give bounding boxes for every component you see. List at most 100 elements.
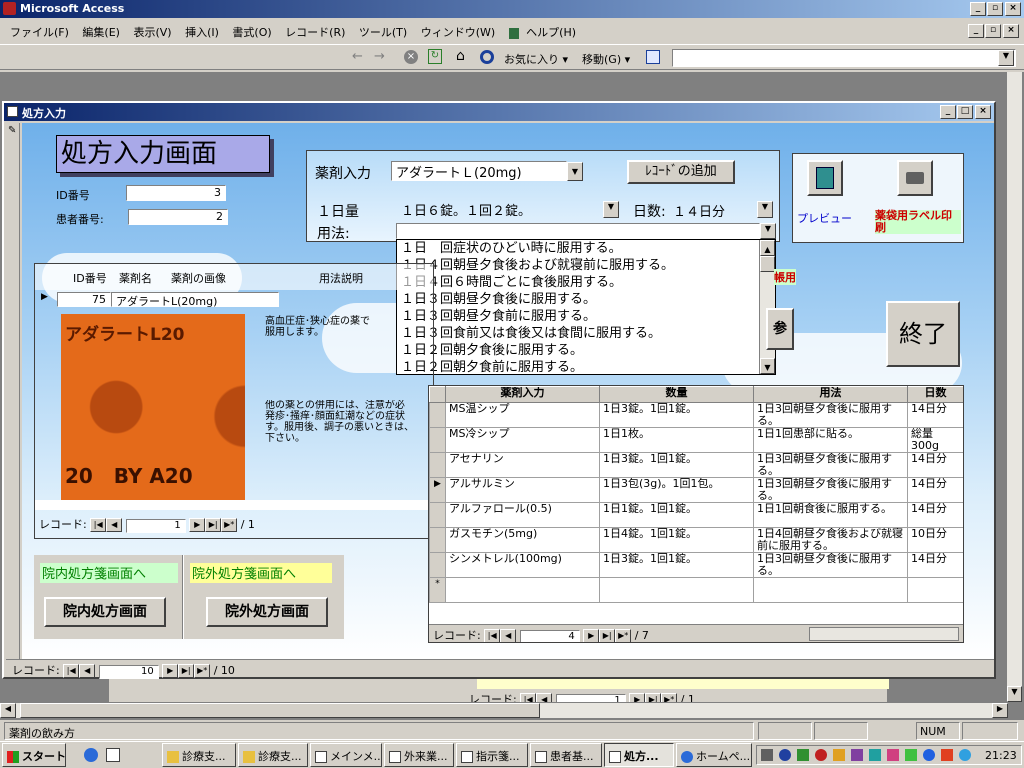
task-button[interactable]: 診療支... bbox=[162, 743, 236, 767]
patient-field[interactable]: 2 bbox=[128, 209, 228, 225]
goto-menu[interactable]: 移動(G) ▾ bbox=[582, 51, 630, 67]
table-row[interactable]: MS冷シップ 1日1枚。 1日1回患部に貼る。 総量300g bbox=[429, 427, 963, 453]
main-next-record-button[interactable]: ▶ bbox=[162, 664, 179, 678]
header-quantity[interactable]: 数量 bbox=[599, 386, 754, 403]
menu-window[interactable]: ウィンドウ(W) bbox=[421, 26, 495, 39]
rx-new-record-button[interactable]: ▶* bbox=[615, 629, 632, 642]
cell-quantity[interactable]: 1日3錠。1回1錠。 bbox=[599, 452, 754, 478]
cell-days[interactable]: 14日分 bbox=[907, 502, 963, 528]
main-prev-record-button[interactable]: ◀ bbox=[79, 664, 96, 678]
cell-usage[interactable]: 1日3回朝昼夕食後に服用する。 bbox=[753, 477, 908, 503]
sub-record-number[interactable]: 1 bbox=[125, 519, 186, 533]
id-field[interactable]: 3 bbox=[126, 185, 226, 201]
sub-first-record-button[interactable]: |◀ bbox=[90, 518, 107, 532]
sub-new-record-button[interactable]: ▶* bbox=[221, 518, 238, 532]
cell-drug[interactable]: MS温シップ bbox=[445, 402, 600, 428]
menu-view[interactable]: 表示(V) bbox=[133, 26, 171, 39]
preview-button[interactable] bbox=[807, 160, 843, 196]
menu-help[interactable]: ヘルプ(H) bbox=[526, 26, 576, 39]
cell-usage[interactable]: 1日3回朝昼夕食後に服用する。 bbox=[753, 452, 908, 478]
row-selector[interactable] bbox=[429, 552, 446, 578]
cell-quantity[interactable]: 1日4錠。1回1錠。 bbox=[599, 527, 754, 553]
table-row[interactable]: アルファロール(0.5) 1日1錠。1回1錠。 1日1回朝食後に服用する。 14日分 bbox=[429, 502, 963, 528]
tray-app-icon[interactable] bbox=[815, 749, 827, 761]
header-usage[interactable]: 用法 bbox=[753, 386, 908, 403]
usage-select[interactable] bbox=[396, 223, 760, 239]
task-button[interactable]: 指示箋... bbox=[456, 743, 528, 767]
task-button[interactable]: 診療支... bbox=[238, 743, 308, 767]
menu-close-button[interactable]: × bbox=[1003, 24, 1019, 38]
sub-prev-record-button[interactable]: ◀ bbox=[106, 518, 123, 532]
usage-option[interactable]: １日４回６時間ごとに食後服用する。 bbox=[401, 274, 775, 291]
menu-restore-button[interactable]: ▫ bbox=[985, 24, 1001, 38]
usage-option[interactable]: １日３回朝昼夕食前に服用する。 bbox=[401, 308, 775, 325]
rx-record-number[interactable]: 4 bbox=[519, 630, 580, 642]
header-drug[interactable]: 薬剤入力 bbox=[445, 386, 600, 403]
daily-dose-select[interactable]: １日６錠。１回２錠。 bbox=[397, 200, 603, 219]
cell-days[interactable]: 14日分 bbox=[907, 402, 963, 428]
main-last-record-button[interactable]: ▶| bbox=[178, 664, 195, 678]
table-row[interactable]: アセナリン 1日3錠。1回1錠。 1日3回朝昼夕食後に服用する。 14日分 bbox=[429, 452, 963, 478]
cell-quantity[interactable]: 1日1錠。1回1錠。 bbox=[599, 502, 754, 528]
drug-dropdown-button[interactable]: ▼ bbox=[567, 162, 583, 181]
tray-app-icon[interactable] bbox=[851, 749, 863, 761]
sub-id-field[interactable]: 75 bbox=[57, 292, 111, 307]
usage-dropdown-list[interactable]: １日 回症状のひどい時に服用する。 １日４回朝昼夕食後および就寝前に服用する。 … bbox=[396, 239, 776, 375]
show-only-web-toolbar-icon[interactable] bbox=[646, 50, 660, 64]
speaker-icon[interactable] bbox=[761, 749, 773, 761]
ie-quicklaunch-icon[interactable] bbox=[84, 748, 98, 762]
cell-days[interactable]: 10日分 bbox=[907, 527, 963, 553]
menu-file[interactable]: ファイル(F) bbox=[10, 26, 69, 39]
main-record-number[interactable]: 10 bbox=[98, 665, 159, 679]
address-dropdown[interactable]: ▼ bbox=[998, 50, 1014, 66]
rx-last-record-button[interactable]: ▶| bbox=[599, 629, 616, 642]
rx-horizontal-scrollbar[interactable] bbox=[809, 627, 959, 641]
out-prescription-button[interactable]: 院外処方画面 bbox=[206, 597, 328, 627]
drug-select[interactable]: アダラートＬ(20mg) bbox=[391, 161, 567, 181]
app-vertical-scrollbar[interactable]: ▼ bbox=[1006, 72, 1022, 702]
close-button[interactable]: × bbox=[1005, 2, 1021, 16]
cell-drug[interactable]: MS冷シップ bbox=[445, 427, 600, 453]
cell-usage[interactable]: 1日1回朝食後に服用する。 bbox=[753, 502, 908, 528]
exit-button[interactable]: 終了 bbox=[886, 301, 960, 367]
row-selector[interactable] bbox=[429, 527, 446, 553]
menu-tools[interactable]: ツール(T) bbox=[359, 26, 407, 39]
sub-horizontal-scrollbar[interactable] bbox=[35, 500, 433, 510]
tray-app-icon[interactable] bbox=[797, 749, 809, 761]
tray-app-icon[interactable] bbox=[887, 749, 899, 761]
days-dropdown-button[interactable]: ▼ bbox=[757, 201, 773, 218]
usage-option[interactable]: １日４回朝昼夕食後および就寝前に服用する。 bbox=[401, 257, 775, 274]
cell-quantity[interactable]: 1日3錠。1回1錠。 bbox=[599, 552, 754, 578]
task-button[interactable]: メインメ... bbox=[310, 743, 382, 767]
task-button[interactable]: 外来業... bbox=[384, 743, 454, 767]
notebook-action-button[interactable]: 参 bbox=[766, 308, 794, 350]
form-close-button[interactable]: × bbox=[975, 105, 991, 119]
usage-dropdown-button[interactable]: ▼ bbox=[760, 223, 776, 239]
address-field[interactable] bbox=[672, 49, 1016, 67]
new-row-selector[interactable]: * bbox=[429, 577, 446, 603]
cell-drug[interactable]: シンメトレル(100mg) bbox=[445, 552, 600, 578]
table-row[interactable]: ▶ アルサルミン 1日3包(3g)。1回1包。 1日3回朝昼夕食後に服用する。 14日分 bbox=[429, 477, 963, 503]
usage-option[interactable]: １日３回朝昼夕食後に服用する。 bbox=[401, 291, 775, 308]
table-row[interactable]: シンメトレル(100mg) 1日3錠。1回1錠。 1日3回朝昼夕食後に服用する。 14… bbox=[429, 552, 963, 578]
usage-option[interactable]: １日２回朝夕食後に服用する。 bbox=[401, 342, 775, 359]
new-row-cell[interactable] bbox=[753, 577, 908, 603]
task-button[interactable]: 患者基... bbox=[530, 743, 602, 767]
row-selector[interactable] bbox=[429, 452, 446, 478]
row-selector[interactable] bbox=[429, 402, 446, 428]
rx-first-record-button[interactable]: |◀ bbox=[484, 629, 501, 642]
notepad-quicklaunch-icon[interactable] bbox=[106, 748, 120, 762]
cell-drug[interactable]: ガスモチン(5mg) bbox=[445, 527, 600, 553]
cell-days[interactable]: 14日分 bbox=[907, 452, 963, 478]
start-button[interactable]: スタート bbox=[2, 743, 66, 767]
menu-records[interactable]: レコード(R) bbox=[285, 26, 345, 39]
tray-app-icon[interactable] bbox=[779, 749, 791, 761]
menu-minimize-button[interactable]: _ bbox=[968, 24, 984, 38]
main-new-record-button[interactable]: ▶* bbox=[194, 664, 211, 678]
label-print-button[interactable] bbox=[897, 160, 933, 196]
new-row-cell[interactable] bbox=[445, 577, 600, 603]
new-record-row[interactable]: * bbox=[429, 577, 963, 603]
cell-usage[interactable]: 1日3回朝昼夕食後に服用する。 bbox=[753, 402, 908, 428]
new-row-cell[interactable] bbox=[907, 577, 963, 603]
cell-quantity[interactable]: 1日3錠。1回1錠。 bbox=[599, 402, 754, 428]
